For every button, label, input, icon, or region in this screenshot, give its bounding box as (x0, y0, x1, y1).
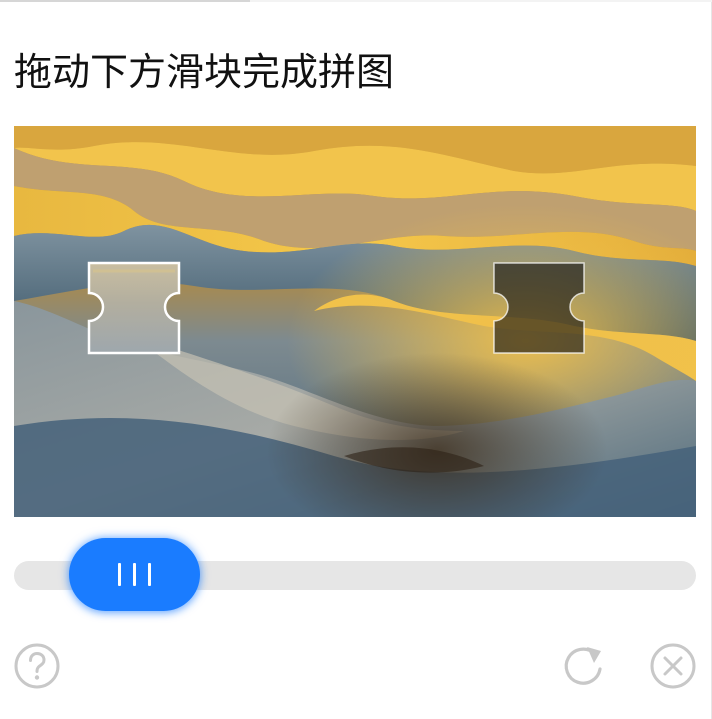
captcha-dialog: 拖动下方滑块完成拼图 (0, 0, 712, 719)
slider-handle[interactable] (69, 538, 200, 611)
puzzle-piece-shape (87, 261, 181, 355)
grip-line (118, 563, 121, 586)
captcha-title: 拖动下方滑块完成拼图 (14, 50, 395, 94)
refresh-icon[interactable] (561, 643, 607, 689)
puzzle-slot-shape (493, 262, 585, 354)
help-circle-icon[interactable] (14, 643, 60, 689)
close-circle-icon[interactable] (650, 643, 696, 689)
puzzle-image-area (14, 126, 696, 517)
grip-line (148, 563, 151, 586)
grip-line (133, 563, 136, 586)
puzzle-target-slot (493, 262, 585, 354)
puzzle-piece[interactable] (87, 261, 181, 355)
top-divider (0, 0, 712, 2)
